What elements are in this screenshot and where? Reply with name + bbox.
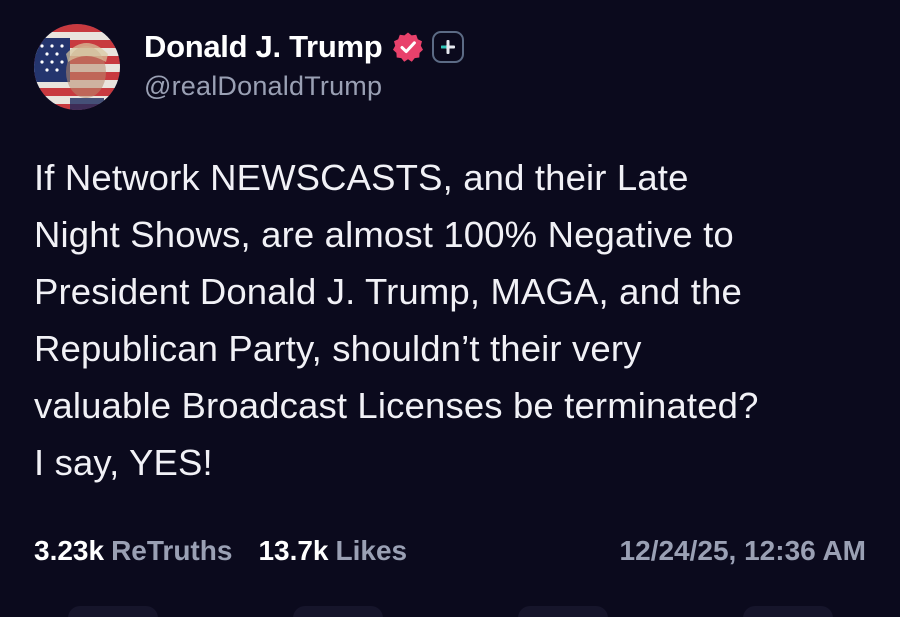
- action-pill[interactable]: [517, 606, 608, 617]
- avatar[interactable]: [34, 24, 120, 110]
- verified-badge-icon: [392, 31, 424, 63]
- post-body-line: Night Shows, are almost 100% Negative to: [34, 214, 734, 255]
- likes-count: 13.7k: [258, 535, 329, 566]
- post-body-line: Republican Party, shouldn’t their very: [34, 328, 642, 369]
- retruths-stat[interactable]: 3.23k ReTruths: [34, 535, 232, 567]
- likes-stat[interactable]: 13.7k Likes: [258, 535, 407, 567]
- author-handle[interactable]: @realDonaldTrump: [144, 71, 464, 102]
- action-bar-peek: [0, 606, 900, 617]
- author-display-name[interactable]: Donald J. Trump: [144, 29, 383, 65]
- likes-label: Likes: [335, 535, 408, 566]
- retruths-count: 3.23k: [34, 535, 105, 566]
- action-pill[interactable]: [67, 606, 158, 617]
- author-identity: Donald J. Trump @realDonaldTrump: [144, 29, 465, 102]
- action-pill[interactable]: [742, 606, 833, 617]
- plus-icon[interactable]: [432, 30, 465, 63]
- post-body-line: President Donald J. Trump, MAGA, and the: [34, 271, 742, 312]
- action-pill[interactable]: [292, 606, 383, 617]
- name-row: Donald J. Trump: [144, 27, 465, 67]
- retruths-label: ReTruths: [111, 535, 233, 566]
- post-stats: 3.23k ReTruths 13.7k Likes 12/24/25, 12:…: [34, 535, 866, 567]
- post-body: If Network NEWSCASTS, and their Late Nig…: [34, 149, 874, 491]
- post-body-line: I say, YES!: [34, 442, 213, 483]
- post-timestamp[interactable]: 12/24/25, 12:36 AM: [620, 535, 866, 567]
- avatar-image: [34, 24, 120, 110]
- post-body-line: valuable Broadcast Licenses be terminate…: [34, 385, 759, 426]
- post-header: Donald J. Trump @realDonaldTrump: [34, 24, 465, 110]
- post-body-line: If Network NEWSCASTS, and their Late: [34, 157, 689, 198]
- post-card: Donald J. Trump @realDonaldTrump If Netw…: [0, 0, 900, 617]
